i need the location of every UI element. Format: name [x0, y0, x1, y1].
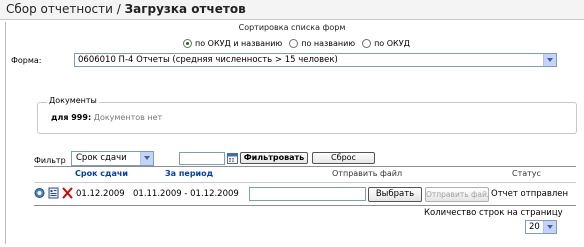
sort-options: по ОКУД и названию по названию по ОКУД: [183, 37, 417, 49]
form-label: Форма:: [11, 56, 42, 65]
page-title: Сбор отчетности / Загрузка отчетов: [6, 2, 246, 16]
file-path-input[interactable]: [249, 187, 366, 201]
filter-date-input[interactable]: [179, 152, 225, 165]
breadcrumb-separator: /: [112, 2, 125, 16]
column-header-status: Статус: [512, 169, 541, 178]
table-top-border: [34, 166, 576, 167]
filter-field-select[interactable]: Срок сдачи: [71, 151, 154, 166]
sort-option-label: по ОКУД и названию: [195, 38, 283, 48]
delete-icon[interactable]: [62, 187, 73, 199]
radio-icon[interactable]: [362, 38, 372, 48]
row-status: Отчет отправлен: [491, 189, 569, 199]
row-period: 01.11.2009 - 01.12.2009: [133, 189, 239, 199]
radio-selected-icon[interactable]: [183, 38, 192, 48]
breadcrumb-section[interactable]: Сбор отчетности: [6, 2, 113, 16]
sort-option-label: по ОКУД: [374, 38, 410, 48]
choose-file-button[interactable]: Выбрать: [368, 187, 422, 202]
form-select[interactable]: 0606010 П-4 Отчеты (средняя численность …: [74, 53, 557, 67]
row-deadline: 01.12.2009: [76, 189, 125, 199]
column-header-period[interactable]: За период: [165, 169, 213, 178]
filter-apply-button[interactable]: Фильтровать: [240, 152, 308, 164]
table-header-border: [34, 182, 576, 183]
filter-select-value: Срок сдачи: [76, 153, 127, 163]
documents-for-label: для 999:: [51, 113, 92, 122]
view-icon[interactable]: [34, 187, 45, 199]
send-file-button[interactable]: Отправить файл: [425, 187, 489, 202]
rows-per-page-value: 20: [529, 222, 540, 232]
documents-info: для 999: Документов нет: [51, 113, 162, 122]
sort-option-okud-name[interactable]: по ОКУД и названию: [183, 38, 283, 48]
form-select-value: 0606010 П-4 Отчеты (средняя численность …: [78, 55, 338, 65]
rows-per-page-select[interactable]: 20: [525, 220, 557, 234]
documents-empty-text: Документов нет: [93, 113, 163, 122]
documents-legend: Документы: [47, 96, 99, 105]
sort-option-name[interactable]: по названию: [289, 38, 356, 48]
table-bottom-border: [34, 205, 576, 206]
filter-reset-button[interactable]: Сброс: [312, 152, 375, 164]
sort-title: Сортировка списка форм: [238, 23, 346, 32]
filter-label: Фильтр: [34, 156, 66, 165]
sort-option-okud[interactable]: по ОКУД: [362, 38, 410, 48]
radio-icon[interactable]: [289, 38, 299, 48]
calendar-icon[interactable]: [227, 152, 238, 164]
column-header-send-file: Отправить файл: [332, 169, 403, 178]
chevron-down-icon[interactable]: [543, 54, 556, 66]
breadcrumb-current: Загрузка отчетов: [124, 2, 246, 16]
sort-option-label: по названию: [301, 38, 356, 48]
chevron-down-icon[interactable]: [543, 221, 556, 233]
rows-per-page-label: Количество строк на страницу: [424, 208, 563, 218]
report-icon[interactable]: [48, 187, 59, 199]
column-header-deadline[interactable]: Срок сдачи: [75, 169, 128, 178]
chevron-down-icon[interactable]: [140, 152, 153, 165]
